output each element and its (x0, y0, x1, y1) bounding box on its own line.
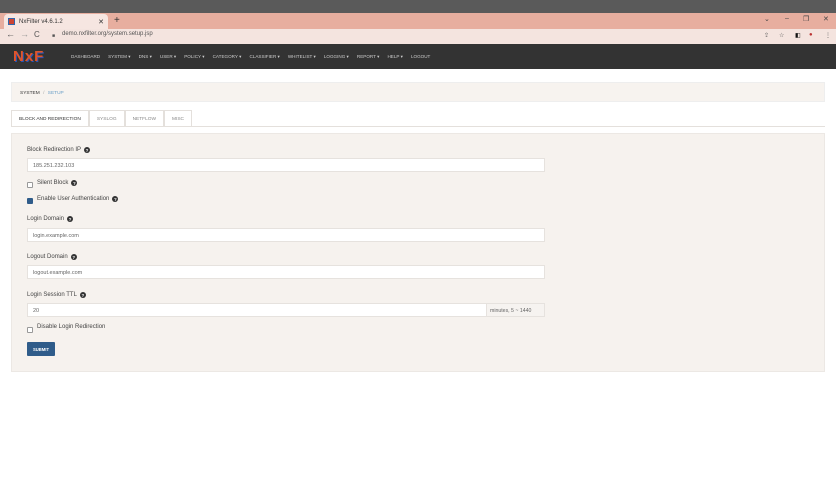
browser-tab-bar: NxFilter v4.6.1.2 ✕ + ⌄ – ❐ ✕ (0, 13, 836, 29)
help-icon[interactable]: ? (67, 216, 74, 222)
nav-category[interactable]: CATEGORY ▾ (213, 54, 242, 60)
disable-login-redirection-checkbox[interactable] (27, 327, 33, 333)
breadcrumb-system[interactable]: SYSTEM (20, 91, 40, 96)
login-ttl-label: Login Session TTL? (27, 292, 86, 298)
breadcrumb: SYSTEM / SETUP (11, 82, 825, 102)
enable-user-auth-label: Enable User Authentication? (37, 196, 119, 202)
address-bar-row: ← → C demo.nxfilter.org/system.setup.jsp… (0, 29, 836, 44)
forward-icon[interactable]: → (20, 29, 29, 39)
window-frame (0, 0, 836, 13)
label-text: Logout Domain (27, 254, 68, 260)
nav-policy[interactable]: POLICY ▾ (184, 54, 204, 60)
nav-dashboard[interactable]: DASHBOARD (71, 54, 100, 59)
settings-tabs: BLOCK AND REDIRECTION SYSLOG NETFLOW MIS… (11, 110, 193, 127)
breadcrumb-separator: / (43, 91, 45, 96)
main-nav: NxF DASHBOARD SYSTEM ▾ DNS ▾ USER ▾ POLI… (0, 44, 836, 69)
silent-block-label: Silent Block? (37, 180, 78, 186)
divider (11, 126, 825, 127)
nav-logout[interactable]: LOGOUT (411, 54, 430, 59)
label-text: Login Domain (27, 216, 65, 222)
browser-tab[interactable]: NxFilter v4.6.1.2 ✕ (4, 14, 108, 29)
submit-button[interactable]: SUBMIT (27, 342, 55, 356)
disable-login-redirection-label: Disable Login Redirection (37, 324, 105, 330)
bookmark-star-icon[interactable]: ☆ (779, 32, 784, 39)
share-icon[interactable]: ⇪ (764, 32, 769, 39)
reload-icon[interactable]: C (34, 30, 40, 39)
nav-logging[interactable]: LOGGING ▾ (324, 54, 349, 60)
tab-misc[interactable]: MISC (164, 110, 193, 127)
nav-classifier[interactable]: CLASSIFIER ▾ (249, 54, 279, 60)
lock-icon: ■ (52, 33, 56, 39)
favicon-icon (8, 18, 15, 25)
login-domain-label: Login Domain? (27, 216, 74, 222)
label-text: Disable Login Redirection (37, 324, 106, 330)
label-text: Enable User Authentication (37, 196, 110, 202)
nav-whitelist[interactable]: WHITELIST ▾ (288, 54, 316, 60)
login-ttl-input[interactable]: 20 (27, 303, 487, 317)
tab-title: NxFilter v4.6.1.2 (19, 18, 63, 25)
nav-report[interactable]: REPORT ▾ (357, 54, 380, 60)
help-icon[interactable]: ? (84, 147, 91, 153)
label-text: Silent Block (37, 180, 69, 186)
help-icon[interactable]: ? (71, 180, 78, 186)
logout-domain-input[interactable]: logout.example.com (27, 265, 545, 279)
restore-icon[interactable]: ❐ (803, 15, 809, 23)
tab-search-icon[interactable]: ⌄ (764, 15, 770, 23)
nav-help[interactable]: HELP ▾ (387, 54, 403, 60)
ttl-range-addon: minutes, 5 ~ 1440 (486, 303, 545, 317)
help-icon[interactable]: ? (79, 292, 86, 298)
label-text: Login Session TTL (27, 292, 77, 298)
nav-system[interactable]: SYSTEM ▾ (108, 54, 130, 60)
menu-icon[interactable]: ⋮ (825, 32, 831, 39)
nav-dns[interactable]: DNS ▾ (139, 54, 152, 60)
close-tab-icon[interactable]: ✕ (98, 18, 104, 26)
setup-form: Block Redirection IP? 185.251.232.103 Si… (11, 133, 825, 372)
enable-user-auth-checkbox[interactable] (27, 198, 33, 204)
block-ip-input[interactable]: 185.251.232.103 (27, 158, 545, 172)
back-icon[interactable]: ← (6, 29, 15, 39)
tab-block-and-redirection[interactable]: BLOCK AND REDIRECTION (11, 110, 89, 127)
tab-netflow[interactable]: NETFLOW (124, 110, 165, 127)
minimize-icon[interactable]: – (785, 15, 789, 22)
login-domain-input[interactable]: login.example.com (27, 228, 545, 242)
help-icon[interactable]: ? (70, 254, 77, 260)
label-text: Block Redirection IP (27, 147, 82, 153)
logout-domain-label: Logout Domain? (27, 254, 77, 260)
close-window-icon[interactable]: ✕ (823, 15, 829, 23)
breadcrumb-setup: SETUP (47, 91, 64, 96)
help-icon[interactable]: ? (112, 196, 119, 202)
nav-user[interactable]: USER ▾ (160, 54, 176, 60)
sidepanel-icon[interactable]: ◧ (795, 32, 801, 39)
profile-avatar-icon[interactable]: ● (809, 32, 813, 38)
url-input[interactable]: demo.nxfilter.org/system.setup.jsp (48, 31, 776, 42)
silent-block-checkbox[interactable] (27, 182, 33, 188)
new-tab-icon[interactable]: + (114, 15, 120, 26)
block-ip-label: Block Redirection IP? (27, 147, 91, 153)
tab-syslog[interactable]: SYSLOG (88, 110, 125, 127)
logo[interactable]: NxF (13, 48, 71, 65)
